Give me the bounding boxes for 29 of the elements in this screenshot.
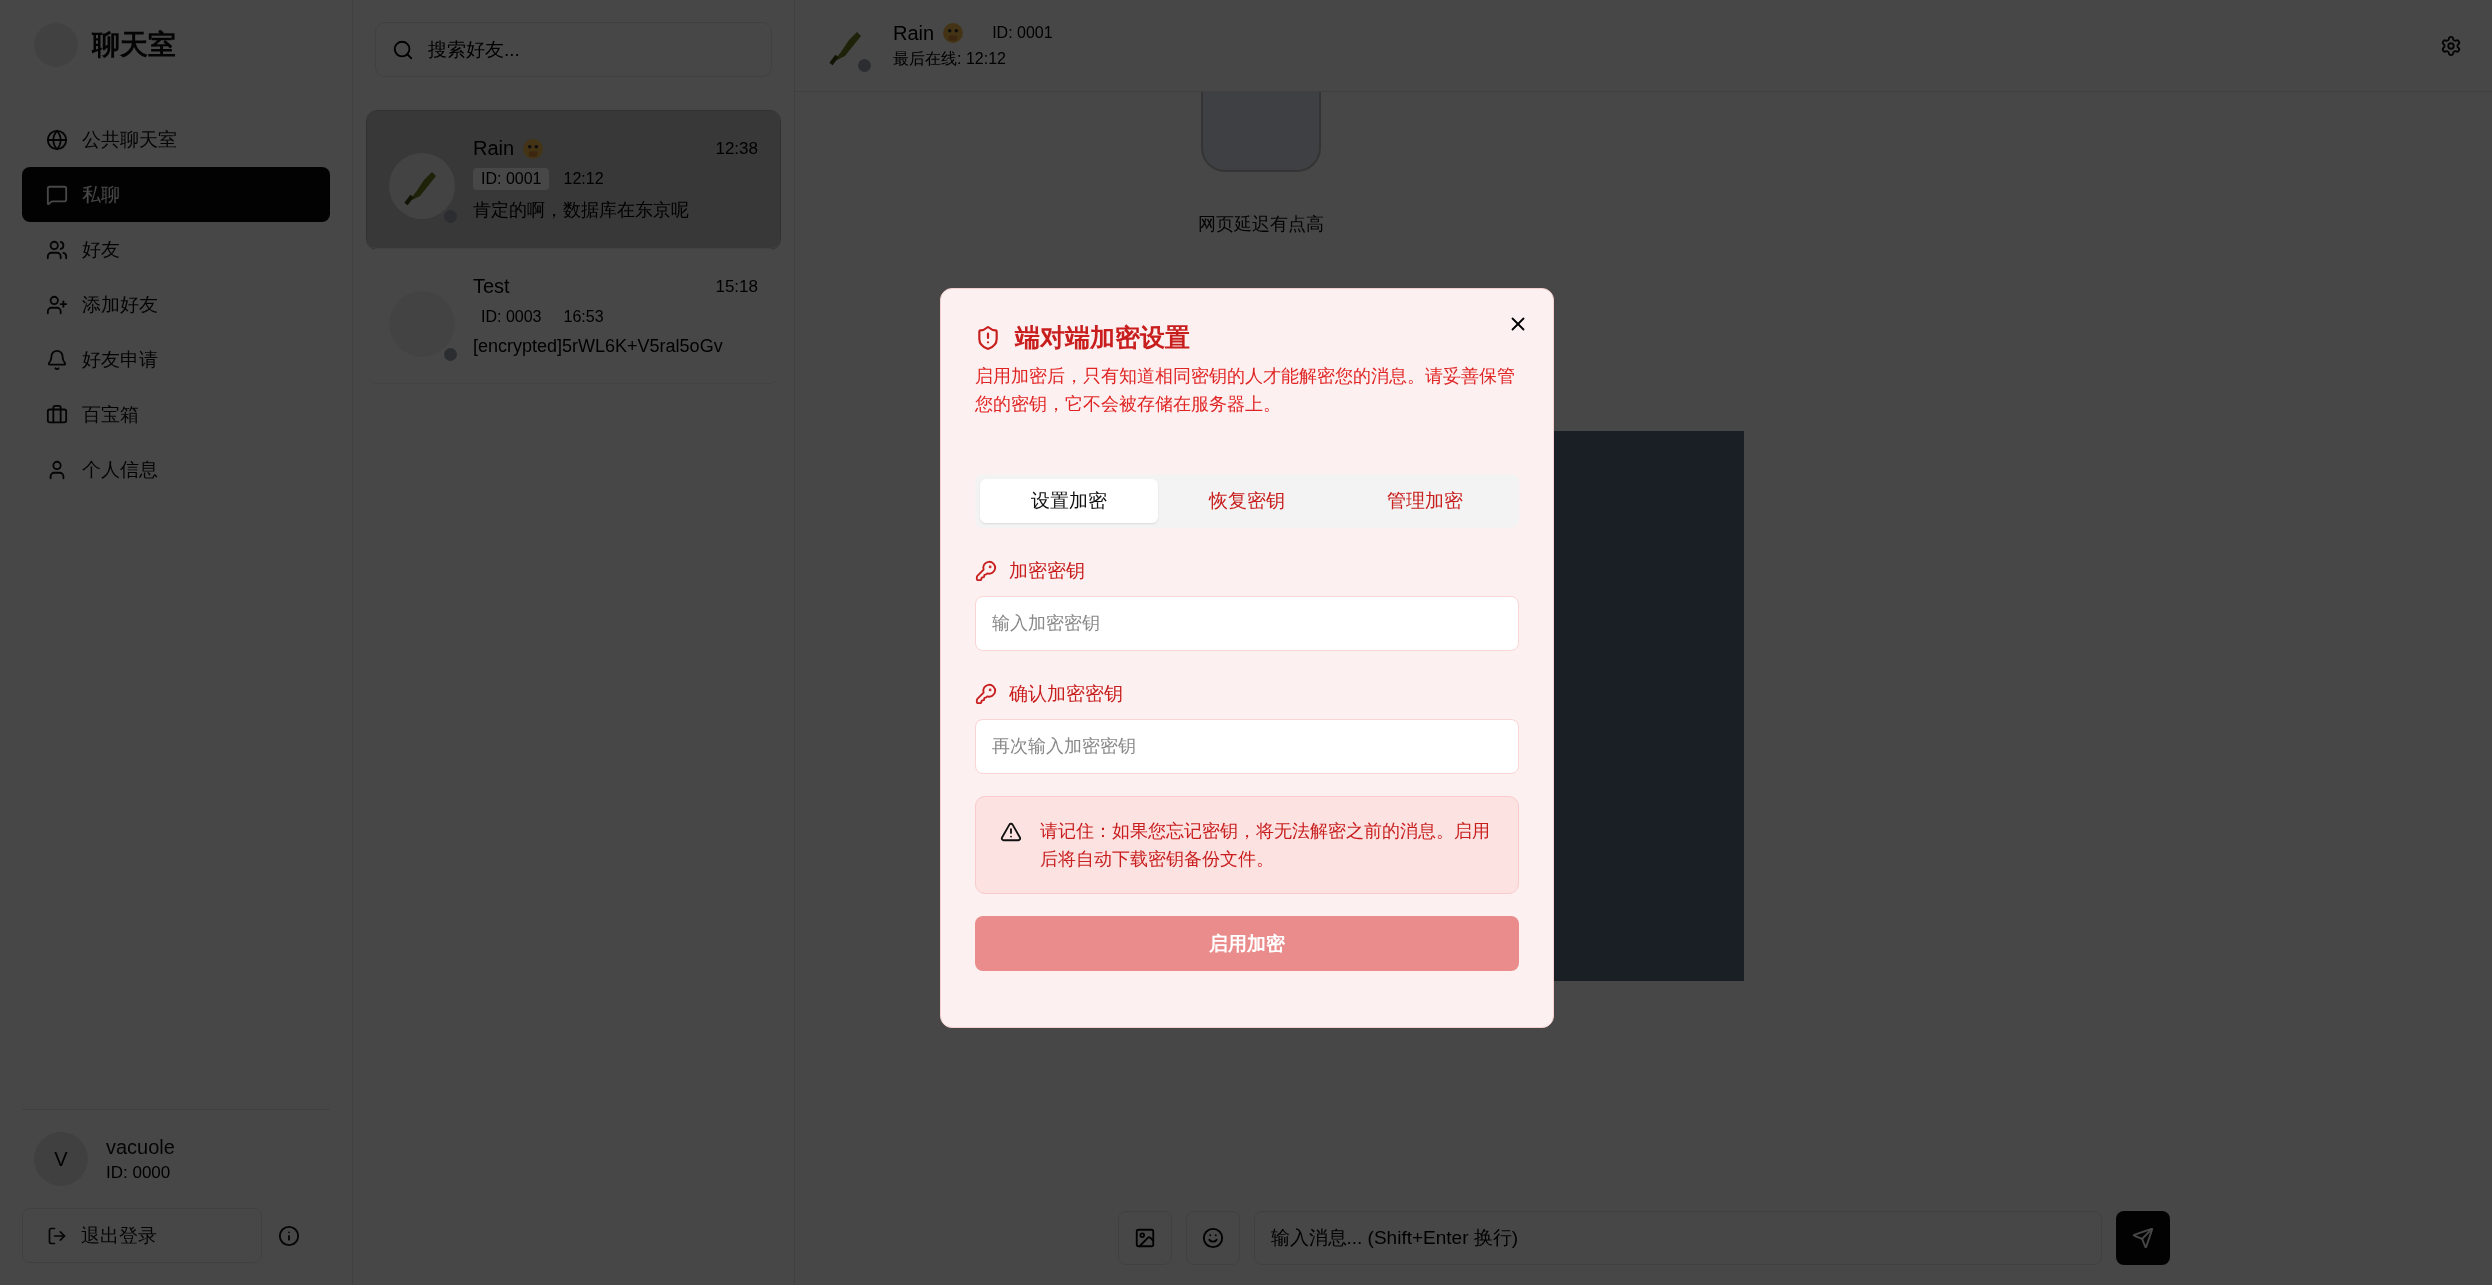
dialog-title: 端对端加密设置: [1015, 322, 1190, 353]
key-input[interactable]: 输入加密密钥: [975, 596, 1519, 651]
user-id: ID: 0000: [106, 1162, 172, 1183]
user-name: vacuole: [106, 1135, 175, 1159]
last-seen-status: 最后在线: 12:12: [893, 48, 1007, 69]
contact-name: Rain: [473, 137, 515, 160]
message-time: 12:38: [715, 138, 758, 159]
key-input[interactable]: 再次输入加密密钥: [975, 719, 1519, 774]
key-icon: [975, 560, 997, 582]
shield-icon: [975, 324, 1001, 351]
app-title: 聊天室: [92, 28, 176, 62]
key-icon: [975, 683, 997, 705]
tab[interactable]: 管理加密: [1336, 479, 1514, 523]
message-preview: 肯定的啊，数据库在东京呢: [473, 199, 690, 222]
message-time: 15:18: [715, 276, 758, 297]
message-preview: [encrypted]5rWL6K+V5ral5oGv: [473, 336, 724, 357]
warning-text: 请记住：如果您忘记密钥，将无法解密之前的消息。启用后将自动下载密钥备份文件。: [1040, 820, 1491, 871]
tab[interactable]: 恢复密钥: [1158, 479, 1336, 523]
field-label: 加密密钥: [1009, 559, 1085, 583]
last-seen-time: 16:53: [563, 308, 604, 326]
field-label: 确认加密密钥: [1009, 682, 1123, 706]
search-input[interactable]: 搜索好友...: [426, 37, 755, 62]
contact-name: Test: [473, 275, 510, 298]
message-text: 网页延迟有点高: [1198, 213, 1324, 236]
contact-name: Rain: [893, 21, 935, 45]
last-seen-time: 12:12: [563, 170, 604, 188]
dialog-description: 启用加密后，只有知道相同密钥的人才能解密您的消息。请妥善保管您的密钥，它不会被存储在服务器上。: [975, 365, 1516, 416]
warning-icon: [1000, 821, 1022, 843]
tab[interactable]: 设置加密: [980, 479, 1158, 523]
